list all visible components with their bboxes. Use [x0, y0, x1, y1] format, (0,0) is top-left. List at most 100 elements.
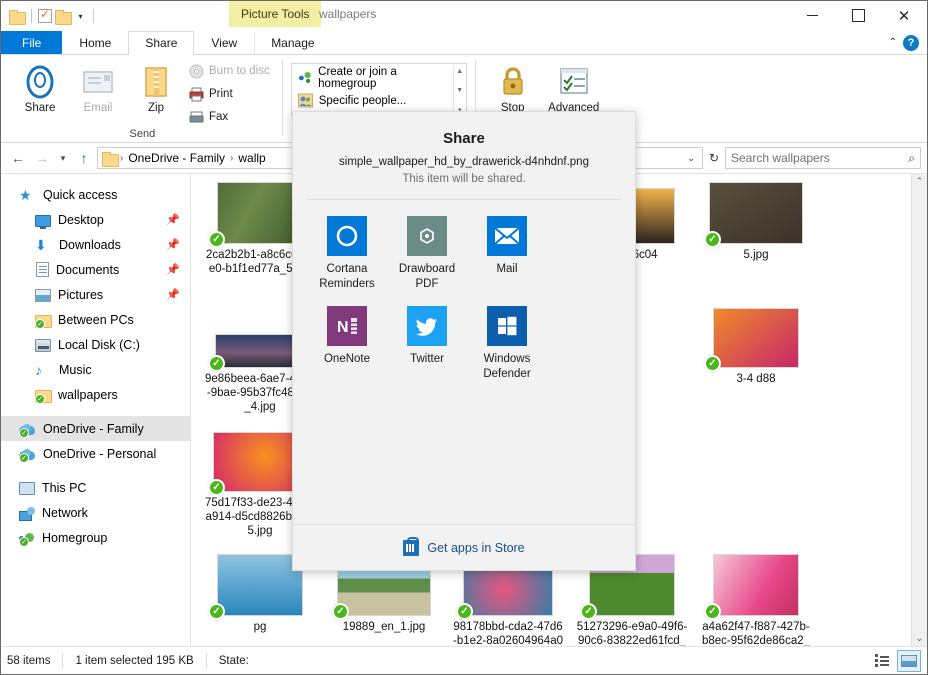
sidebar-item-label: Music [59, 363, 92, 377]
sidebar-item-label: Desktop [58, 213, 104, 227]
properties-icon[interactable] [38, 9, 52, 23]
sidebar-item-desktop[interactable]: Desktop 📌 [1, 207, 190, 232]
burn-to-disc-button[interactable]: Burn to disc [185, 60, 274, 82]
twitter-icon [407, 306, 447, 346]
picture-tools-tab[interactable]: Picture Tools [229, 1, 321, 27]
share-target-mail[interactable]: Mail [467, 216, 547, 292]
new-folder-icon[interactable] [55, 10, 71, 23]
pin-icon[interactable]: 📌 [166, 213, 180, 226]
tab-share[interactable]: Share [128, 31, 194, 54]
email-button-label: Email [84, 102, 113, 114]
search-input[interactable]: Search wallpapers ⌕ [725, 147, 921, 169]
file-explorer-window: ▾ Picture Tools wallpapers ✕ File Home S… [0, 0, 928, 675]
folder-icon[interactable] [9, 10, 25, 23]
close-button[interactable]: ✕ [881, 1, 927, 30]
sidebar-item-homegroup[interactable]: Homegroup✓ [1, 525, 190, 550]
view-buttons [870, 650, 921, 672]
pin-icon[interactable]: 📌 [166, 288, 180, 301]
sidebar-item-label: wallpapers [58, 388, 118, 402]
burn-to-disc-label: Burn to disc [209, 65, 270, 77]
zip-button-label: Zip [148, 102, 164, 114]
ribbon-group-send: Share Email [5, 58, 280, 142]
fax-button[interactable]: Fax [185, 106, 274, 128]
sidebar-item-music[interactable]: ♪Music [1, 357, 190, 382]
forward-button[interactable]: → [31, 147, 53, 169]
sidebar-item-quick-access[interactable]: ★Quick access [1, 182, 190, 207]
large-icons-view-button[interactable] [897, 650, 921, 672]
create-join-homegroup-item[interactable]: Create or join a homegroup [295, 66, 453, 89]
breadcrumb-item-onedrive[interactable]: OneDrive - Family [125, 151, 228, 165]
scroll-down-icon[interactable]: ▼ [456, 87, 463, 94]
sidebar-item-downloads[interactable]: ⬇Downloads📌 [1, 232, 190, 257]
share-target-windows-defender[interactable]: Windows Defender [467, 306, 547, 382]
scroll-up-icon[interactable]: ⌃ [916, 176, 924, 187]
collapse-ribbon-icon[interactable]: ⌃ [889, 37, 897, 48]
sidebar-item-onedrive-family[interactable]: OneDrive - Family✓ [1, 416, 190, 441]
share-with-scrollbar[interactable]: ▲ ▼ ▾ [453, 66, 466, 116]
file-tile[interactable]: ✓a4a62f47-f887-427b-b8ec-95f62de86ca2_7.… [695, 554, 817, 646]
sync-status-icon: ✓ [580, 603, 597, 620]
file-tile[interactable]: ✓5.jpg [695, 182, 817, 304]
share-target-onenote[interactable]: NOneNote [307, 306, 387, 382]
print-button[interactable]: Print [185, 83, 274, 105]
minimize-button[interactable] [789, 1, 835, 30]
share-button[interactable]: Share [11, 60, 69, 128]
recent-locations-button[interactable]: ▾ [55, 147, 71, 169]
sidebar-item-between-pcs[interactable]: Between PCs✓ [1, 307, 190, 332]
email-button[interactable]: Email [69, 60, 127, 128]
get-apps-in-store-button[interactable]: Get apps in Store [293, 524, 635, 570]
tab-manage[interactable]: Manage [254, 31, 331, 54]
navigation-pane: ★Quick accessDesktop📌⬇Downloads📌Document… [1, 174, 191, 646]
drawboard-icon [407, 216, 447, 256]
sidebar-item-label: Downloads [59, 238, 121, 252]
search-placeholder: Search wallpapers [731, 151, 830, 165]
share-target-label: OneNote [324, 352, 370, 367]
help-icon[interactable]: ? [903, 35, 919, 51]
sidebar-item-onedrive-personal[interactable]: OneDrive - Personal✓ [1, 441, 190, 466]
vertical-scrollbar[interactable]: ⌃ ⌄ [911, 174, 927, 646]
details-view-button[interactable] [870, 650, 894, 672]
scroll-down-icon[interactable]: ⌄ [916, 633, 924, 644]
breadcrumb-item-wallpapers[interactable]: wallp [235, 151, 268, 165]
sidebar-item-label: Quick access [43, 188, 117, 202]
sidebar-item-local-disk-c[interactable]: Local Disk (C:) [1, 332, 190, 357]
share-dialog-filename: simple_wallpaper_hd_by_drawerick-d4nhdnf… [293, 156, 635, 168]
share-target-twitter[interactable]: Twitter [387, 306, 467, 382]
tab-home[interactable]: Home [62, 31, 128, 54]
file-thumbnail-wrap: ✓ [708, 554, 804, 616]
share-target-cortana-reminders[interactable]: Cortana Reminders [307, 216, 387, 292]
sync-status-icon: ✓ [208, 479, 225, 496]
scroll-up-icon[interactable]: ▲ [456, 68, 463, 75]
refresh-button[interactable]: ↻ [705, 151, 723, 165]
sidebar-item-documents[interactable]: Documents📌 [1, 257, 190, 282]
share-target-label: Cortana Reminders [307, 262, 387, 292]
sidebar-item-wallpapers[interactable]: wallpapers✓ [1, 382, 190, 407]
up-button[interactable]: ↑ [73, 147, 95, 169]
search-icon: ⌕ [908, 151, 915, 166]
pin-icon[interactable]: 📌 [166, 263, 180, 276]
chevron-down-icon[interactable]: ⌄ [682, 153, 700, 164]
tab-view[interactable]: View [194, 31, 254, 54]
tab-file[interactable]: File [1, 31, 62, 54]
sidebar-item-network[interactable]: Network [1, 500, 190, 525]
sidebar-item-label: Homegroup [42, 531, 107, 545]
file-name: pg [204, 620, 316, 634]
file-thumbnail-wrap: ✓ [708, 306, 804, 368]
sync-status-icon: ✓ [19, 428, 29, 438]
file-tile[interactable]: ✓3-4 d88 [695, 306, 817, 428]
disc-icon [189, 64, 204, 79]
sidebar-item-pictures[interactable]: Pictures📌 [1, 282, 190, 307]
sidebar-item-this-pc[interactable]: This PC [1, 475, 190, 500]
maximize-button[interactable] [835, 1, 881, 30]
specific-people-item[interactable]: Specific people... [295, 89, 453, 112]
share-dialog: Share simple_wallpaper_hd_by_drawerick-d… [292, 111, 636, 571]
share-icon [23, 64, 57, 100]
send-group-label: Send [5, 128, 280, 142]
share-target-drawboard-pdf[interactable]: Drawboard PDF [387, 216, 467, 292]
back-button[interactable]: ← [7, 147, 29, 169]
zip-button[interactable]: Zip [127, 60, 185, 128]
pin-icon[interactable]: 📌 [166, 238, 180, 251]
chevron-down-icon[interactable]: ▾ [74, 10, 87, 23]
get-apps-label: Get apps in Store [427, 541, 524, 555]
details-view-icon [875, 654, 889, 667]
